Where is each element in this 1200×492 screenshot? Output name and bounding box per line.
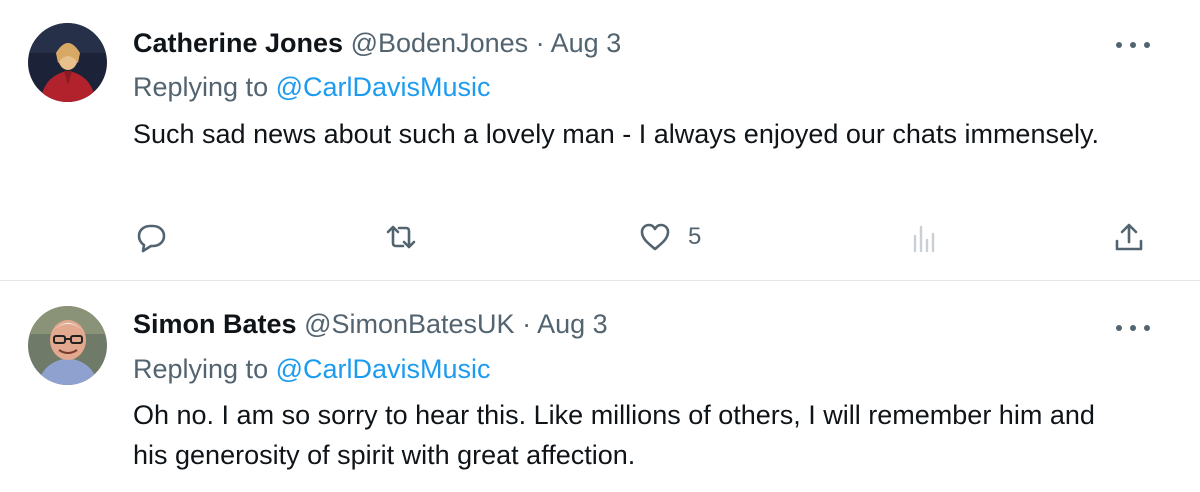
more-options-button[interactable] [1116, 30, 1150, 60]
mention-link[interactable]: @CarlDavisMusic [276, 354, 491, 384]
replying-to-label: Replying to [133, 354, 276, 384]
separator-dot: · [535, 28, 545, 58]
avatar-image [28, 306, 107, 385]
tweet-date[interactable]: Aug 3 [551, 28, 622, 58]
user-handle[interactable]: @SimonBatesUK [304, 309, 515, 339]
views-button[interactable] [909, 217, 941, 257]
tweet-actions: 5 [133, 217, 1163, 257]
more-horizontal-icon [1144, 325, 1150, 331]
tweet-header: Simon Bates @SimonBatesUK · Aug 3 [133, 309, 608, 340]
like-count: 5 [688, 223, 702, 250]
retweet-icon [386, 225, 416, 249]
mention-link[interactable]: @CarlDavisMusic [276, 72, 491, 102]
more-horizontal-icon [1144, 42, 1150, 48]
reply-button[interactable] [135, 217, 167, 257]
more-horizontal-icon [1130, 325, 1136, 331]
share-upload-icon [1115, 223, 1143, 251]
like-button[interactable]: 5 [639, 217, 701, 257]
more-horizontal-icon [1130, 42, 1136, 48]
replying-to-line: Replying to @CarlDavisMusic [133, 72, 491, 103]
tweet-date[interactable]: Aug 3 [537, 309, 608, 339]
tweet-catherine-jones[interactable]: Catherine Jones @BodenJones · Aug 3 Repl… [0, 0, 1200, 281]
share-button[interactable] [1113, 217, 1145, 257]
separator-dot: · [522, 309, 532, 339]
analytics-bars-icon [913, 225, 935, 253]
user-handle[interactable]: @BodenJones [351, 28, 529, 58]
replying-to-label: Replying to [133, 72, 276, 102]
user-display-name[interactable]: Catherine Jones [133, 28, 343, 58]
tweet-simon-bates[interactable]: Simon Bates @SimonBatesUK · Aug 3 Replyi… [0, 282, 1200, 492]
avatar[interactable] [28, 306, 107, 385]
avatar-image [28, 23, 107, 102]
heart-icon [640, 223, 670, 251]
more-options-button[interactable] [1116, 313, 1150, 343]
reply-bubble-icon [137, 224, 166, 253]
avatar[interactable] [28, 23, 107, 102]
more-horizontal-icon [1116, 42, 1122, 48]
tweet-text: Such sad news about such a lovely man - … [133, 119, 1099, 149]
tweet-header: Catherine Jones @BodenJones · Aug 3 [133, 28, 621, 59]
replying-to-line: Replying to @CarlDavisMusic [133, 354, 491, 385]
tweet-text: Oh no. I am so sorry to hear this. Like … [133, 400, 1095, 470]
more-horizontal-icon [1116, 325, 1122, 331]
retweet-button[interactable] [385, 217, 417, 257]
user-display-name[interactable]: Simon Bates [133, 309, 297, 339]
